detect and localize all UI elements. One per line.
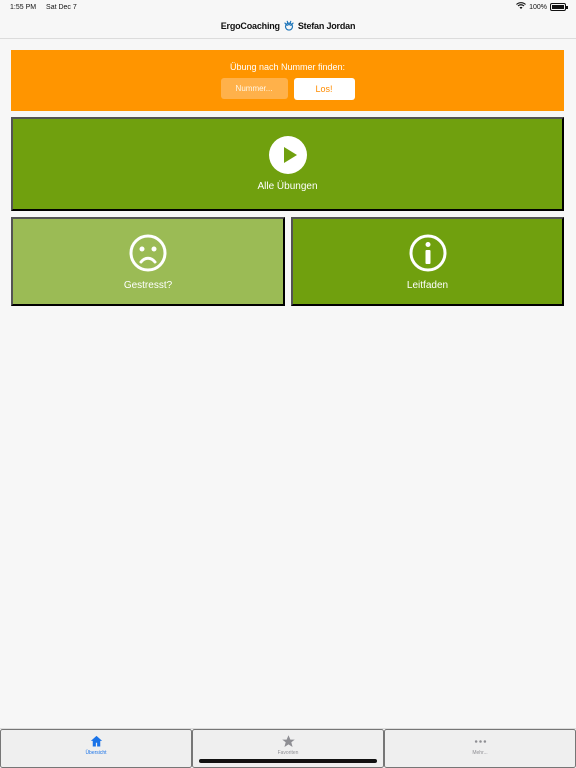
stressed-label: Gestresst? bbox=[123, 279, 173, 291]
tab-overview-label: Übersicht bbox=[85, 750, 107, 756]
battery-icon bbox=[550, 3, 568, 11]
exercise-number-search: Übung nach Nummer finden: Los! bbox=[11, 50, 564, 111]
status-date: Sat Dec 7 bbox=[46, 3, 77, 11]
stressed-tile[interactable]: Gestresst? bbox=[11, 217, 285, 306]
tab-more-label: Mehr... bbox=[472, 750, 488, 756]
tab-overview[interactable]: Übersicht bbox=[0, 729, 192, 768]
play-icon bbox=[268, 136, 307, 174]
star-icon bbox=[281, 735, 295, 747]
brand-right-text: Stefan Jordan bbox=[297, 21, 356, 31]
battery-percentage: 100% bbox=[529, 3, 547, 11]
navigation-bar: ErgoCoaching Stefan Jordan bbox=[0, 14, 576, 39]
info-icon bbox=[409, 234, 446, 271]
all-exercises-tile[interactable]: Alle Übungen bbox=[11, 117, 564, 211]
exercise-number-input[interactable] bbox=[220, 77, 288, 99]
sad-face-icon bbox=[129, 234, 167, 271]
brand-logo: ErgoCoaching Stefan Jordan bbox=[220, 19, 356, 33]
search-go-button[interactable]: Los! bbox=[293, 77, 355, 100]
guide-tile[interactable]: Leitfaden bbox=[291, 217, 564, 306]
brand-left-text: ErgoCoaching bbox=[220, 21, 280, 31]
main-content: Übung nach Nummer finden: Los! Alle Übun… bbox=[11, 50, 565, 306]
status-left: 1:55 PM Sat Dec 7 bbox=[10, 4, 85, 11]
all-exercises-label: Alle Übungen bbox=[257, 181, 318, 192]
search-row: Los! bbox=[220, 77, 355, 100]
home-icon bbox=[90, 735, 102, 747]
status-right: 100% bbox=[516, 2, 568, 12]
guide-label: Leitfaden bbox=[406, 279, 449, 291]
wifi-icon bbox=[516, 2, 527, 12]
tab-more[interactable]: Mehr... bbox=[384, 729, 576, 768]
status-bar: 1:55 PM Sat Dec 7 100% bbox=[0, 0, 576, 14]
status-time: 1:55 PM bbox=[10, 3, 37, 11]
tab-favorites-label: Favoriten bbox=[277, 750, 299, 756]
search-label: Übung nach Nummer finden: bbox=[229, 61, 346, 72]
home-indicator bbox=[199, 759, 377, 763]
hand-logo-icon bbox=[284, 20, 294, 31]
more-icon bbox=[474, 740, 486, 743]
